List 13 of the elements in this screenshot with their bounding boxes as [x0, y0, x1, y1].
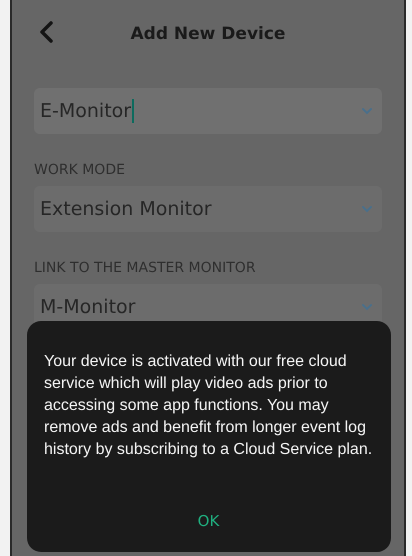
ok-button[interactable]: OK [188, 508, 230, 534]
chevron-down-icon [360, 204, 374, 214]
text-cursor [132, 99, 134, 123]
dropdown-field[interactable]: Extension Monitor [34, 186, 382, 232]
field-label: WORK MODE [34, 162, 126, 178]
back-chevron-icon [38, 20, 54, 44]
dropdown-field[interactable]: E-Monitor [34, 88, 382, 134]
chevron-down-icon [360, 106, 374, 116]
chevron-down-icon [360, 302, 374, 312]
back-button[interactable] [38, 20, 54, 44]
field-label: LINK TO THE MASTER MONITOR [34, 260, 257, 276]
dialog-message: Your device is activated with our free cloud service which will play video ads prior to accessing some app functions. You may remove ads and benefit from longer event log history by subscribing to a Cloud Service plan. [44, 352, 373, 460]
page-title: Add New Device [130, 24, 286, 44]
